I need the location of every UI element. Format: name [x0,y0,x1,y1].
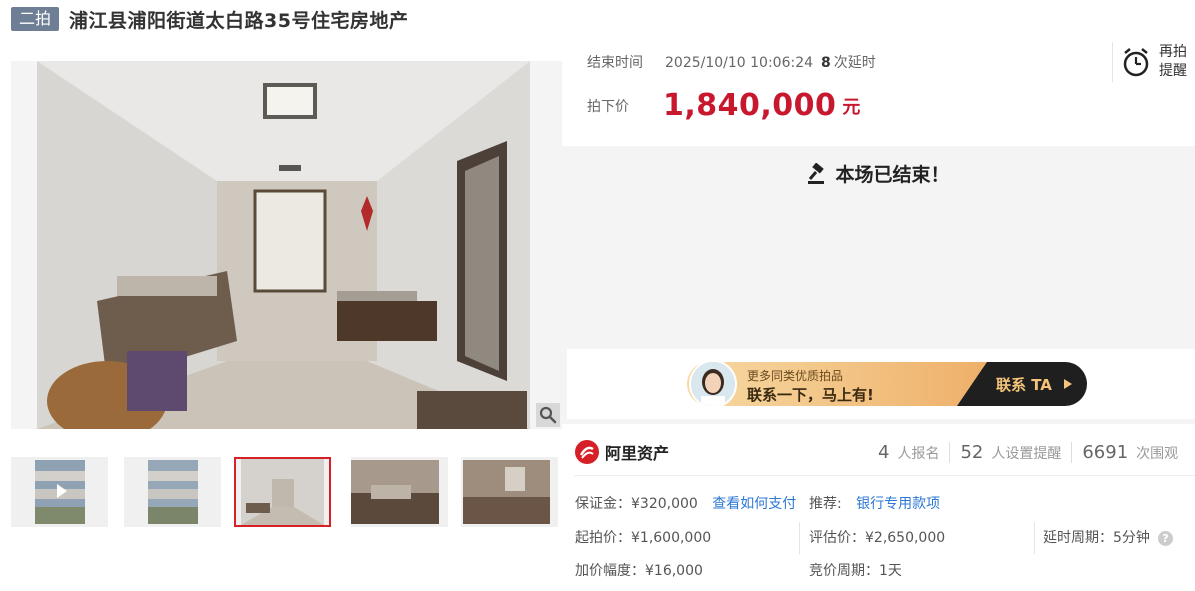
avatar [689,360,737,408]
thumbnail-image [351,457,448,527]
avatar-image [691,362,735,406]
price-value: 1,840,000 [663,88,837,123]
stat-label: 人设置提醒 [991,446,1062,462]
deposit-pay-link[interactable]: 查看如何支付 [712,496,796,512]
start-price-field: 起拍价：¥1,600,000 [575,530,712,546]
ended-message: 本场已结束！ [562,160,1195,187]
arrow-right-icon [1064,379,1072,389]
deposit-field: 保证金：¥320,000 查看如何支付 [575,493,796,513]
price-unit: 元 [842,96,861,118]
brand-name: 阿里资产 [605,444,670,463]
page-title: 浦江县浦阳街道太白路35号住宅房地产 [69,9,409,32]
stat-signup: 4 人报名 [868,442,951,463]
end-time-value: 2025/10/10 10:06:24 [665,55,814,71]
delay-period-value: 延时周期：5分钟 [1043,530,1150,546]
ended-text: 本场已结束！ [835,164,950,186]
ali-assets-logo-icon [575,440,599,464]
thumbnail-bedroom[interactable] [351,457,448,527]
increment-field: 加价幅度：¥16,000 [575,563,703,579]
banner-main-text: 联系一下，马上有! [747,386,874,404]
stats-bar: 4 人报名 52 人设置提醒 6691 次围观 [868,442,1178,463]
contact-link[interactable]: 更多同类优质拍品 联系一下，马上有! 联系 TA [687,362,1087,406]
alarm-clock-icon [1123,48,1149,77]
delay-period-field: 延时周期：5分钟? [1043,527,1173,547]
recommend-link[interactable]: 银行专用款项 [856,496,940,512]
remind-label: 再拍提醒 [1159,44,1187,79]
stat-label: 次围观 [1136,446,1179,462]
price-label: 拍下价 [587,98,629,115]
thumbnail-video[interactable] [11,457,108,527]
thumbnail-image [461,457,558,527]
help-icon[interactable]: ? [1157,530,1173,546]
thumbnail-image [236,459,329,525]
price-row: 拍下价 1,840,000 元 [587,88,860,123]
divider [1034,522,1035,554]
main-photo[interactable] [11,61,562,429]
banner-subtitle: 更多同类优质拍品 [747,369,844,383]
gavel-icon [808,162,825,184]
stat-views: 6691 次围观 [1072,442,1178,463]
thumbnail-strip [11,457,562,527]
thumbnail-image [124,457,221,527]
stat-label: 人报名 [897,446,940,462]
zoom-button[interactable] [536,403,560,427]
end-time-label: 结束时间 [587,55,643,71]
end-time-row: 结束时间 2025/10/10 10:06:24 8 次延时 [587,52,876,72]
contact-banner: 更多同类优质拍品 联系一下，马上有! 联系 TA [567,349,1195,419]
thumbnail-building[interactable] [124,457,221,527]
divider [799,522,800,554]
stat-count: 4 [878,442,890,463]
title-bar: 二拍 浦江县浦阳街道太白路35号住宅房地产 [11,6,408,32]
remind-button[interactable]: 再拍提醒 [1112,42,1192,82]
round-tag: 二拍 [11,7,60,31]
zoom-icon [539,406,557,424]
stat-reminders: 52 人设置提醒 [950,442,1073,463]
stat-count: 52 [960,442,984,463]
divider [574,475,1195,476]
recommend-label: 推荐: [809,496,842,512]
delay-label: 次延时 [833,55,876,71]
thumbnail-room[interactable] [461,457,558,527]
room-photo [37,61,530,429]
brand: 阿里资产 [575,440,669,464]
recommend-field: 推荐: 银行专用款项 [809,493,940,513]
bid-period-field: 竞价周期：1天 [809,563,902,579]
thumbnail-image [11,457,108,527]
thumbnail-living-room[interactable] [234,457,331,527]
contact-cta: 联系 TA [996,376,1052,394]
appraisal-field: 评估价：¥2,650,000 [809,530,946,546]
stat-count: 6691 [1082,442,1129,463]
delay-count: 8 [821,55,831,71]
deposit-value: 保证金：¥320,000 [575,496,698,512]
